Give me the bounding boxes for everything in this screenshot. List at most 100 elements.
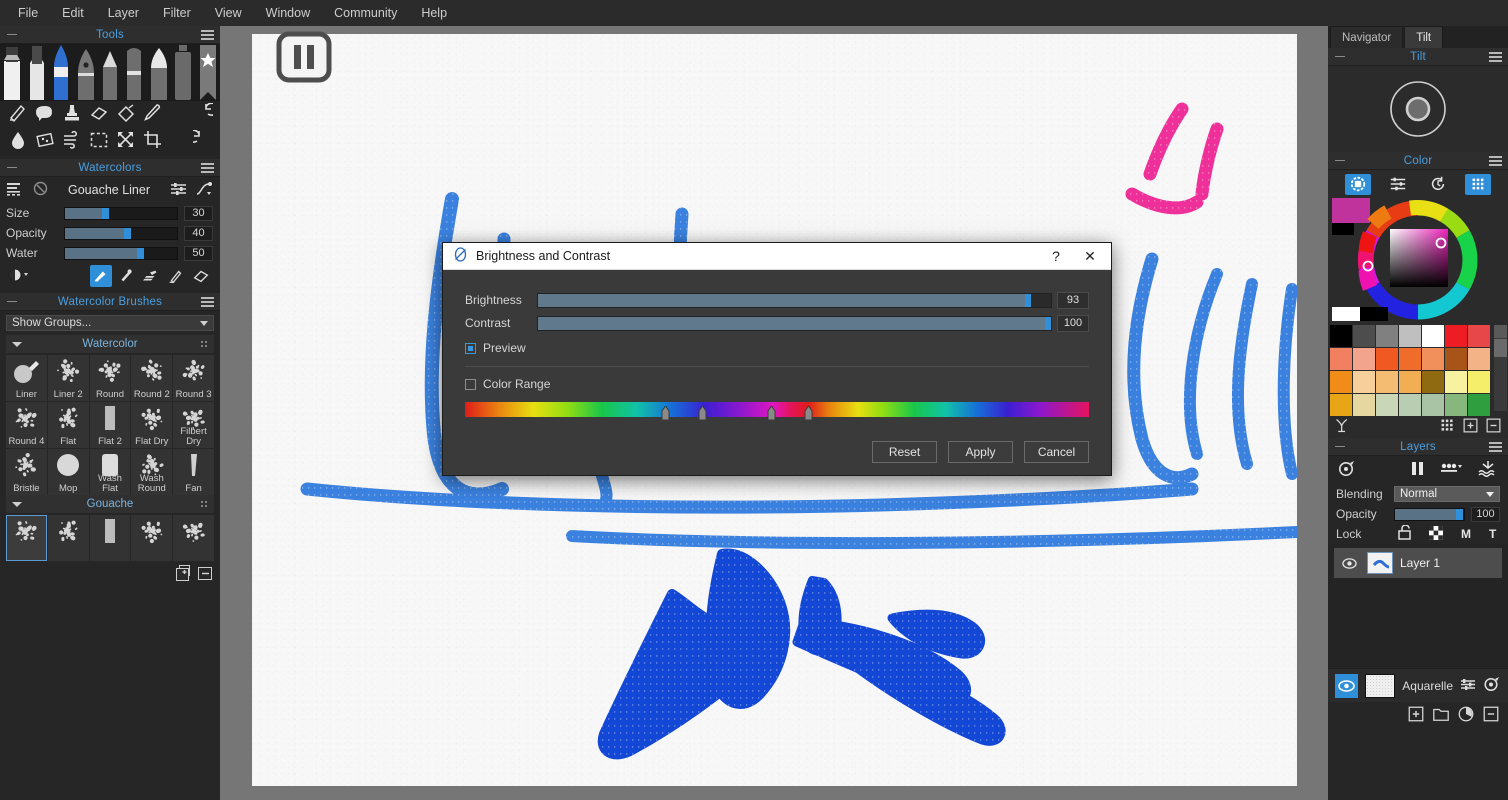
blob-icon[interactable] — [35, 103, 55, 126]
color-wheel-mode-icon[interactable] — [1345, 173, 1371, 195]
tab-navigator[interactable]: Navigator — [1330, 26, 1404, 48]
brush-item[interactable]: Round 3 — [173, 355, 214, 401]
pencil-tool[interactable] — [98, 44, 122, 100]
chevron-down-icon[interactable] — [12, 342, 22, 347]
brush-item[interactable]: Bristle — [6, 449, 47, 495]
background-color-swatch[interactable] — [1360, 307, 1388, 321]
brush-group-header-gouache[interactable]: Gouache — [6, 495, 214, 513]
color-swatch[interactable] — [1468, 371, 1490, 393]
brush-item[interactable]: Round 2 — [131, 355, 173, 401]
dialog-slider-value-contrast[interactable]: 100 — [1057, 314, 1089, 332]
reset-button[interactable]: Reset — [872, 441, 937, 463]
layers-panel-header[interactable]: Layers — [1328, 438, 1508, 456]
brush-item[interactable]: Liner — [6, 355, 47, 401]
layer-thumbnail[interactable] — [1367, 552, 1393, 574]
color-swatch[interactable] — [1330, 348, 1352, 370]
redo-icon[interactable] — [186, 129, 213, 153]
hamburger-menu-icon[interactable] — [201, 163, 214, 173]
brush-group-header-watercolor[interactable]: Watercolor — [6, 335, 214, 353]
delete-layer-icon[interactable] — [1482, 705, 1500, 726]
blow-icon[interactable] — [62, 130, 82, 153]
blend-mode-brush-icon[interactable] — [165, 265, 187, 287]
color-swatch[interactable] — [1330, 371, 1352, 393]
marker-tool[interactable] — [0, 44, 24, 100]
brush-item[interactable]: Mop — [47, 449, 89, 495]
tab-tilt[interactable]: Tilt — [1404, 26, 1444, 48]
brightness-contrast-dialog[interactable]: Brightness and Contrast ? ✕ Brightness 93… — [442, 242, 1112, 476]
tilt-joystick-icon[interactable] — [1378, 70, 1458, 148]
transform-icon[interactable] — [116, 130, 136, 153]
presets-icon[interactable] — [7, 182, 24, 199]
pause-recording-badge[interactable] — [276, 31, 332, 83]
collapse-icon[interactable] — [7, 301, 17, 302]
menu-item-file[interactable]: File — [6, 0, 50, 26]
color-swatch[interactable] — [1422, 325, 1444, 347]
swatches-scrollbar[interactable] — [1494, 325, 1507, 411]
layer-opacity-slider[interactable] — [1394, 507, 1465, 521]
paper-thumbnail[interactable] — [1365, 673, 1396, 698]
color-swatch[interactable] — [1399, 325, 1421, 347]
color-swatch[interactable] — [1422, 394, 1444, 416]
color-swatch[interactable] — [1468, 348, 1490, 370]
fill-bucket-icon[interactable] — [112, 101, 139, 128]
layer-fx-icon[interactable] — [1338, 460, 1357, 480]
swatches-area[interactable] — [1328, 323, 1508, 416]
brush-item[interactable]: Flat 2 — [89, 402, 131, 448]
paper-settings-icon[interactable] — [1460, 678, 1476, 694]
foreground-color-swatch[interactable] — [1332, 307, 1360, 321]
crop-icon[interactable] — [143, 130, 163, 153]
add-group-icon[interactable] — [1432, 705, 1450, 726]
color-swatch[interactable] — [1468, 325, 1490, 347]
menu-item-window[interactable]: Window — [254, 0, 322, 26]
spray-can-tool[interactable] — [171, 44, 195, 100]
eyedropper-icon[interactable] — [143, 103, 163, 126]
add-layer-icon[interactable] — [1407, 705, 1425, 726]
brush-slider-size[interactable] — [64, 206, 178, 220]
water-drop-icon[interactable] — [4, 128, 31, 155]
highlighter-tool[interactable] — [147, 44, 171, 100]
color-range-marker[interactable] — [767, 405, 776, 421]
color-range-gradient[interactable] — [465, 402, 1089, 421]
smudge-icon[interactable] — [8, 103, 28, 126]
color-swatch[interactable] — [1445, 348, 1467, 370]
blending-mode-select[interactable]: Normal — [1394, 486, 1500, 502]
brush-item[interactable]: Flat Dry — [131, 402, 173, 448]
color-history-mode-icon[interactable] — [1425, 174, 1451, 195]
preview-checkbox-row[interactable]: Preview — [465, 341, 1089, 355]
favorites-tool[interactable] — [196, 44, 220, 100]
color-swatch[interactable] — [1445, 394, 1467, 416]
undo-icon[interactable] — [189, 101, 218, 128]
cancel-button[interactable]: Cancel — [1024, 441, 1089, 463]
lock-open-icon[interactable] — [1398, 524, 1411, 543]
tilt-control[interactable] — [1328, 66, 1508, 152]
color-swatch[interactable] — [1422, 371, 1444, 393]
rect-select-icon[interactable] — [89, 130, 109, 153]
hamburger-menu-icon[interactable] — [1489, 52, 1502, 62]
eraser-icon[interactable] — [85, 101, 112, 128]
brush-item[interactable] — [131, 515, 173, 561]
lock-move-letter[interactable]: M — [1461, 527, 1471, 541]
color-mixer-icon[interactable] — [1334, 417, 1351, 437]
color-panel-header[interactable]: Color — [1328, 152, 1508, 170]
color-swatch[interactable] — [1353, 394, 1375, 416]
chevron-down-icon[interactable] — [12, 502, 22, 507]
dialog-slider-brightness[interactable] — [537, 292, 1052, 308]
paper-visibility-toggle[interactable] — [1335, 673, 1358, 698]
dialog-title-bar[interactable]: Brightness and Contrast ? ✕ — [443, 243, 1111, 270]
color-swatch[interactable] — [1399, 371, 1421, 393]
hamburger-menu-icon[interactable] — [1489, 156, 1502, 166]
brush-item[interactable]: Wash Round — [131, 449, 173, 495]
dialog-slider-value-brightness[interactable]: 93 — [1057, 291, 1089, 309]
transform-icon[interactable] — [112, 128, 139, 155]
menu-item-view[interactable]: View — [203, 0, 254, 26]
menu-item-layer[interactable]: Layer — [96, 0, 151, 26]
color-swatch[interactable] — [1376, 348, 1398, 370]
blow-icon[interactable] — [58, 128, 85, 155]
color-swatch[interactable] — [1422, 348, 1444, 370]
blob-icon[interactable] — [31, 101, 58, 128]
color-sliders-mode-icon[interactable] — [1385, 174, 1411, 195]
show-groups-dropdown[interactable]: Show Groups... — [6, 315, 214, 331]
color-range-marker[interactable] — [804, 405, 813, 421]
reset-icon[interactable] — [33, 181, 48, 199]
paper-fx-icon[interactable] — [1483, 676, 1501, 695]
